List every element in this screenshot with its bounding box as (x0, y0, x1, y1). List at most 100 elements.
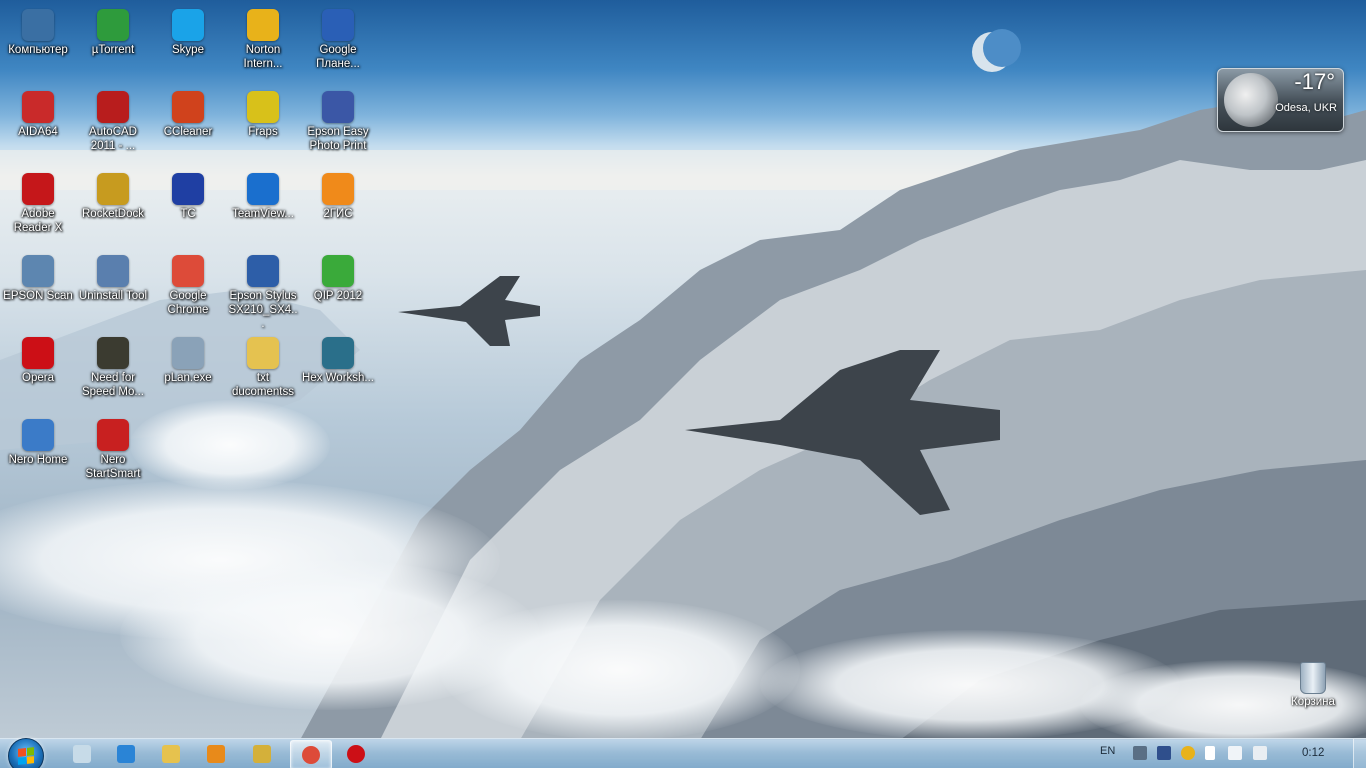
recycle-bin-label: Корзина (1291, 696, 1335, 708)
desktop-icon[interactable]: QIP 2012 (300, 250, 376, 330)
desktop-icon[interactable]: Google Плане... (300, 4, 376, 84)
epson-scan-icon (22, 255, 54, 287)
taskbar-opera-button[interactable] (336, 740, 376, 768)
desktop-icon-label: Hex Worksh... (302, 372, 374, 384)
desktop-icon-label: Epson Stylus SX210_SX4... (228, 290, 298, 330)
norton-tray-icon[interactable] (1181, 746, 1195, 760)
autocad-icon (97, 91, 129, 123)
desktop-icon-label: RocketDock (82, 208, 144, 220)
moon-weather-icon (1224, 73, 1278, 127)
weather-gadget[interactable]: -17° Odesa, UKR (1217, 68, 1344, 132)
fraps-icon (247, 91, 279, 123)
desktop-icon-label: Fraps (248, 126, 278, 138)
desktop-icon[interactable]: TC (150, 168, 226, 248)
hex-workshop-icon (322, 337, 354, 369)
nero-startsmart-icon (97, 419, 129, 451)
chrome-icon (172, 255, 204, 287)
uninstall-tool-icon (97, 255, 129, 287)
weather-city: Odesa, UKR (1275, 102, 1337, 114)
windows-logo-icon (18, 747, 34, 765)
desktop-icon-label: TC (180, 208, 196, 220)
desktop-icon[interactable]: Fraps (225, 86, 301, 166)
start-button[interactable] (8, 738, 44, 768)
taskbar-chrome-button[interactable] (290, 740, 332, 768)
explorer-icon (162, 745, 180, 763)
desktop-icon[interactable]: µTorrent (75, 4, 151, 84)
recycle-bin[interactable]: Корзина (1280, 660, 1346, 708)
desktop-icon-label: µTorrent (91, 44, 135, 56)
nero-home-icon (22, 419, 54, 451)
desktop-icon[interactable]: Epson Easy Photo Print (300, 86, 376, 166)
internet-explorer-icon (117, 745, 135, 763)
desktop-icon-label: Компьютер (8, 44, 68, 56)
computer-icon (22, 9, 54, 41)
desktop-icon[interactable]: Epson Stylus SX210_SX4... (225, 250, 301, 330)
desktop-icon-label: TeamView... (232, 208, 294, 220)
desktop-icon[interactable]: Adobe Reader X (0, 168, 76, 248)
recycle-bin-icon (1300, 662, 1326, 694)
taskbar-notepad-button[interactable] (62, 740, 102, 768)
desktop-icon[interactable]: CCleaner (150, 86, 226, 166)
desktop-icon-label: EPSON Scan (3, 290, 73, 302)
opera-icon (22, 337, 54, 369)
2gis-icon (322, 173, 354, 205)
desktop-icon[interactable]: Nero Home (0, 414, 76, 494)
taskbar-internet-explorer-button[interactable] (106, 740, 146, 768)
taskbar-clock[interactable]: 0:12 (1302, 747, 1324, 759)
desktop-icon-label: Uninstall Tool (78, 290, 148, 302)
total-commander-icon (172, 173, 204, 205)
desktop-icon[interactable]: Hex Worksh... (300, 332, 376, 412)
desktop-icon[interactable]: Nero StartSmart (75, 414, 151, 494)
desktop-icon[interactable]: Uninstall Tool (75, 250, 151, 330)
desktop-icon[interactable]: Need for Speed Mo... (75, 332, 151, 412)
utorrent-icon (97, 9, 129, 41)
desktop-icon-label: Epson Easy Photo Print (307, 126, 369, 152)
desktop-icon[interactable]: Skype (150, 4, 226, 84)
taskbar-pen-tool-button[interactable] (242, 740, 282, 768)
language-indicator[interactable]: EN (1100, 745, 1115, 757)
desktop-icon[interactable]: AutoCAD 2011 - ... (75, 86, 151, 166)
network-tray-icon[interactable] (1253, 746, 1267, 760)
flag-tray-icon[interactable] (1205, 746, 1215, 760)
usb-tray-icon[interactable] (1157, 746, 1171, 760)
desktop-icon[interactable]: TeamView... (225, 168, 301, 248)
desktop-icon[interactable]: Компьютер (0, 4, 76, 84)
desktop-icon-label: Norton Intern... (243, 44, 283, 70)
opera-icon (347, 745, 365, 763)
show-desktop-button[interactable] (1353, 739, 1366, 768)
aida64-icon (22, 91, 54, 123)
desktop-icon[interactable]: 2ГИС (300, 168, 376, 248)
desktop-icon-label: Adobe Reader X (13, 208, 63, 234)
desktop-icon[interactable]: Norton Intern... (225, 4, 301, 84)
desktop-icon-label: AIDA64 (18, 126, 58, 138)
desktop-icon[interactable]: txt ducomentss (225, 332, 301, 412)
epson-stylus-icon (247, 255, 279, 287)
teamviewer-icon (247, 173, 279, 205)
desktop-icon-label: Nero Home (8, 454, 68, 466)
folder-icon (247, 337, 279, 369)
taskbar-media-player-button[interactable] (196, 740, 236, 768)
desktop-icon[interactable]: Opera (0, 332, 76, 412)
media-player-icon (207, 745, 225, 763)
desktop-icon-label: Skype (172, 44, 204, 56)
taskbar-explorer-button[interactable] (151, 740, 191, 768)
desktop-icon[interactable]: AIDA64 (0, 86, 76, 166)
desktop-icon-label: Nero StartSmart (85, 454, 141, 480)
taskbar: EN 0:12 (0, 738, 1366, 768)
desktop-icon[interactable]: RocketDock (75, 168, 151, 248)
desktop-icon-label: QIP 2012 (313, 290, 363, 302)
norton-icon (247, 9, 279, 41)
desktop-icon[interactable]: pLan.exe (150, 332, 226, 412)
skype-icon (172, 9, 204, 41)
desktop-icon-label: Need for Speed Mo... (81, 372, 144, 398)
volume-tray-icon[interactable] (1228, 746, 1242, 760)
rocketdock-icon (97, 173, 129, 205)
chrome-icon (302, 746, 320, 764)
desktop-icon-label: CCleaner (163, 126, 213, 138)
desktop-icon[interactable]: EPSON Scan (0, 250, 76, 330)
epson-photo-icon (322, 91, 354, 123)
desktop-icon[interactable]: Google Chrome (150, 250, 226, 330)
adobe-reader-icon (22, 173, 54, 205)
ccleaner-icon (172, 91, 204, 123)
clipboard-tray-icon[interactable] (1133, 746, 1147, 760)
